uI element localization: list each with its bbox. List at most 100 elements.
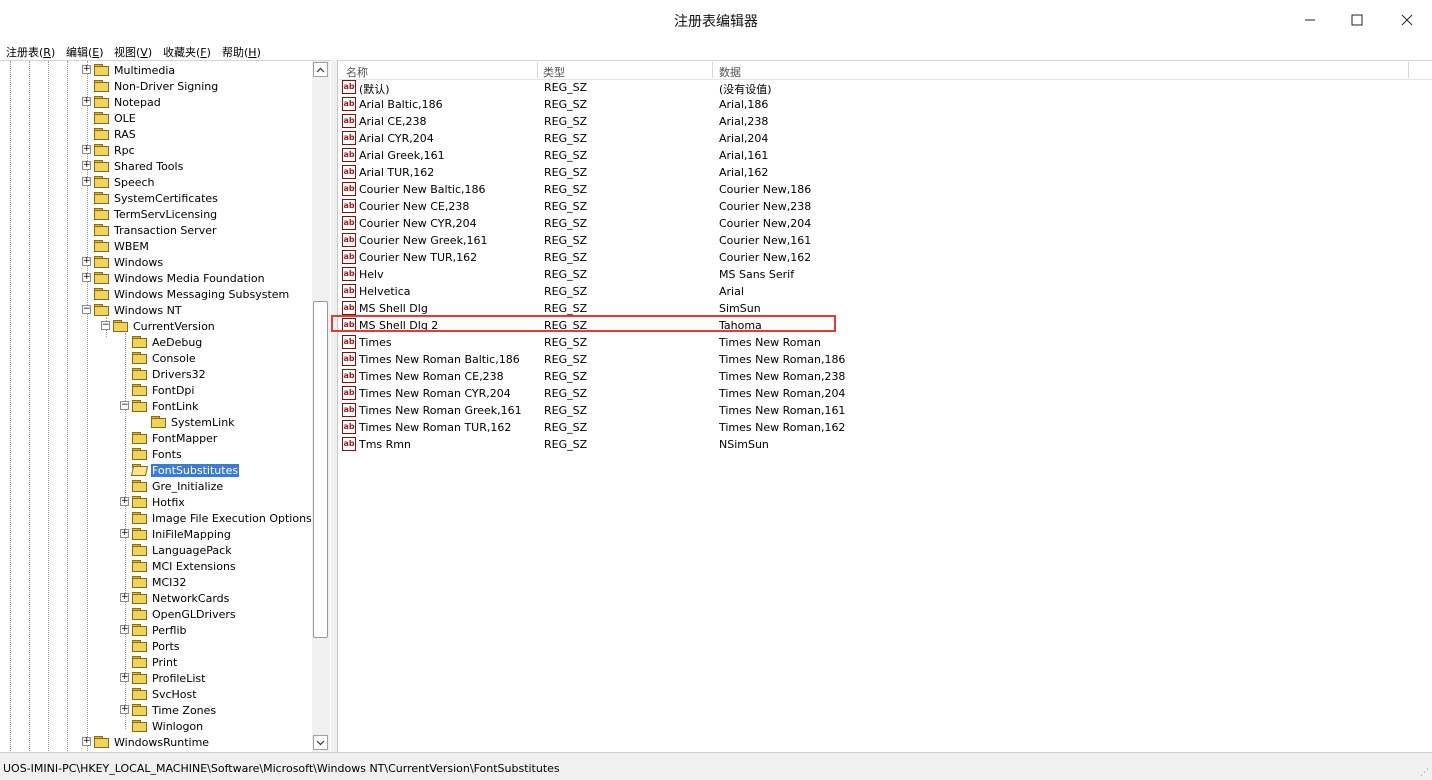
tree-item[interactable]: Non-Driver Signing (94, 78, 219, 94)
expand-icon[interactable]: + (120, 673, 129, 682)
tree-item[interactable]: MCI32 (132, 574, 187, 590)
tree-item[interactable]: Windows NT (94, 302, 183, 318)
maximize-button[interactable] (1334, 6, 1380, 34)
tree-item[interactable]: TermServLicensing (94, 206, 218, 222)
tree-item[interactable]: FontDpi (132, 382, 195, 398)
table-row[interactable]: ab Arial TUR,162 REG_SZ Arial,162 (338, 164, 1432, 181)
tree-item[interactable]: OpenGLDrivers (132, 606, 237, 622)
table-row[interactable]: ab Courier New CYR,204 REG_SZ Courier New,2… (338, 215, 1432, 232)
tree-item[interactable]: Print (132, 654, 178, 670)
tree-item[interactable]: CurrentVersion (113, 318, 216, 334)
tree-item[interactable]: Perflib (132, 622, 188, 638)
menu-registry[interactable]: 注册表(R) (6, 44, 55, 60)
expand-icon[interactable]: + (120, 529, 129, 538)
table-row[interactable]: ab Helvetica REG_SZ Arial (338, 283, 1432, 300)
tree-item[interactable]: Gre_Initialize (132, 478, 224, 494)
collapse-icon[interactable]: − (120, 401, 129, 410)
tree-item[interactable]: SvcHost (132, 686, 198, 702)
tree-item[interactable]: Drivers32 (132, 366, 207, 382)
collapse-icon[interactable]: − (101, 321, 110, 330)
tree-item[interactable]: NetworkCards (132, 590, 230, 606)
table-row[interactable]: ab MS Shell Dlg REG_SZ SimSun (338, 300, 1432, 317)
minimize-button[interactable] (1287, 6, 1333, 34)
expand-icon[interactable]: + (82, 65, 91, 74)
expand-icon[interactable]: + (82, 177, 91, 186)
tree-item[interactable]: Ports (132, 638, 181, 654)
tree-item[interactable]: WindowsRuntime (94, 734, 210, 750)
tree-item[interactable]: FontSubstitutes (130, 462, 240, 478)
tree-item[interactable]: Image File Execution Options (132, 510, 312, 526)
expand-icon[interactable]: + (120, 705, 129, 714)
tree-item[interactable]: Rpc (94, 142, 136, 158)
tree-item[interactable]: MCI Extensions (132, 558, 237, 574)
table-row[interactable]: ab Courier New Baltic,186 REG_SZ Courier Ne… (338, 181, 1432, 198)
expand-icon[interactable]: + (120, 593, 129, 602)
tree-item[interactable]: Windows Media Foundation (94, 270, 266, 286)
tree-item[interactable]: SystemLink (151, 414, 236, 430)
table-row[interactable]: ab Courier New Greek,161 REG_SZ Courier New… (338, 232, 1432, 249)
tree-item[interactable]: FontLink (132, 398, 199, 414)
tree-scrollbar[interactable] (312, 61, 330, 753)
tree-item[interactable]: Transaction Server (94, 222, 218, 238)
tree-item[interactable]: Windows Messaging Subsystem (94, 286, 290, 302)
column-header-name[interactable]: 名称 (346, 64, 368, 80)
tree-item[interactable]: FontMapper (132, 430, 218, 446)
table-row[interactable]: ab Times New Roman Baltic,186 REG_SZ Times … (338, 351, 1432, 368)
column-header-type[interactable]: 类型 (543, 64, 565, 80)
table-row[interactable]: ab Courier New TUR,162 REG_SZ Courier New,1… (338, 249, 1432, 266)
table-row[interactable]: ab MS Shell Dlg 2 REG_SZ Tahoma (338, 317, 1432, 334)
table-row[interactable]: ab Courier New CE,238 REG_SZ Courier New,23… (338, 198, 1432, 215)
expand-icon[interactable]: + (82, 737, 91, 746)
column-header-data[interactable]: 数据 (719, 64, 741, 80)
tree-item[interactable]: Windows (94, 254, 164, 270)
tree-item[interactable]: LanguagePack (132, 542, 233, 558)
tree-item[interactable]: Notepad (94, 94, 162, 110)
resize-grip-icon[interactable]: ⋰ (1420, 768, 1430, 778)
tree-item[interactable]: AeDebug (132, 334, 203, 350)
table-row[interactable]: ab (默认) REG_SZ (没有设值) (338, 79, 1432, 96)
close-button[interactable] (1384, 6, 1430, 34)
tree-item[interactable]: Shared Tools (94, 158, 184, 174)
table-row[interactable]: ab Times New Roman Greek,161 REG_SZ Times N… (338, 402, 1432, 419)
table-row[interactable]: ab Arial CE,238 REG_SZ Arial,238 (338, 113, 1432, 130)
table-row[interactable]: ab Tms Rmn REG_SZ NSimSun (338, 436, 1432, 453)
menu-view[interactable]: 视图(V) (114, 44, 152, 60)
tree-item[interactable]: IniFileMapping (132, 526, 232, 542)
collapse-icon[interactable]: − (82, 305, 91, 314)
table-row[interactable]: ab Arial CYR,204 REG_SZ Arial,204 (338, 130, 1432, 147)
scroll-up-button[interactable] (313, 62, 328, 77)
table-row[interactable]: ab Arial Baltic,186 REG_SZ Arial,186 (338, 96, 1432, 113)
table-row[interactable]: ab Times New Roman TUR,162 REG_SZ Times New… (338, 419, 1432, 436)
expand-icon[interactable]: + (120, 497, 129, 506)
table-row[interactable]: ab Arial Greek,161 REG_SZ Arial,161 (338, 147, 1432, 164)
table-row[interactable]: ab Times New Roman CE,238 REG_SZ Times New … (338, 368, 1432, 385)
menu-help[interactable]: 帮助(H) (222, 44, 261, 60)
expand-icon[interactable]: + (82, 97, 91, 106)
tree-item[interactable]: OLE (94, 110, 137, 126)
expand-icon[interactable]: + (82, 273, 91, 282)
tree-item[interactable]: SystemCertificates (94, 190, 219, 206)
expand-icon[interactable]: + (120, 625, 129, 634)
column-separator[interactable] (712, 62, 713, 78)
tree-item[interactable]: RAS (94, 126, 137, 142)
menu-favorites[interactable]: 收藏夹(F) (163, 44, 211, 60)
expand-icon[interactable]: + (82, 257, 91, 266)
tree-item[interactable]: WBEM (94, 238, 150, 254)
column-separator[interactable] (537, 62, 538, 78)
table-row[interactable]: ab Times New Roman CYR,204 REG_SZ Times New… (338, 385, 1432, 402)
menu-edit[interactable]: 编辑(E) (66, 44, 104, 60)
expand-icon[interactable]: + (82, 161, 91, 170)
tree-item[interactable]: Multimedia (94, 62, 176, 78)
column-separator[interactable] (1408, 62, 1409, 78)
tree-item[interactable]: Hotfix (132, 494, 186, 510)
tree-item[interactable]: Winlogon (132, 718, 204, 734)
expand-icon[interactable]: + (82, 145, 91, 154)
tree-item[interactable]: Speech (94, 174, 156, 190)
scroll-down-button[interactable] (313, 735, 328, 750)
scroll-thumb[interactable] (313, 301, 328, 638)
table-row[interactable]: ab Helv REG_SZ MS Sans Serif (338, 266, 1432, 283)
tree-item[interactable]: ProfileList (132, 670, 206, 686)
table-row[interactable]: ab Times REG_SZ Times New Roman (338, 334, 1432, 351)
tree-item[interactable]: Console (132, 350, 197, 366)
tree-item[interactable]: Fonts (132, 446, 183, 462)
